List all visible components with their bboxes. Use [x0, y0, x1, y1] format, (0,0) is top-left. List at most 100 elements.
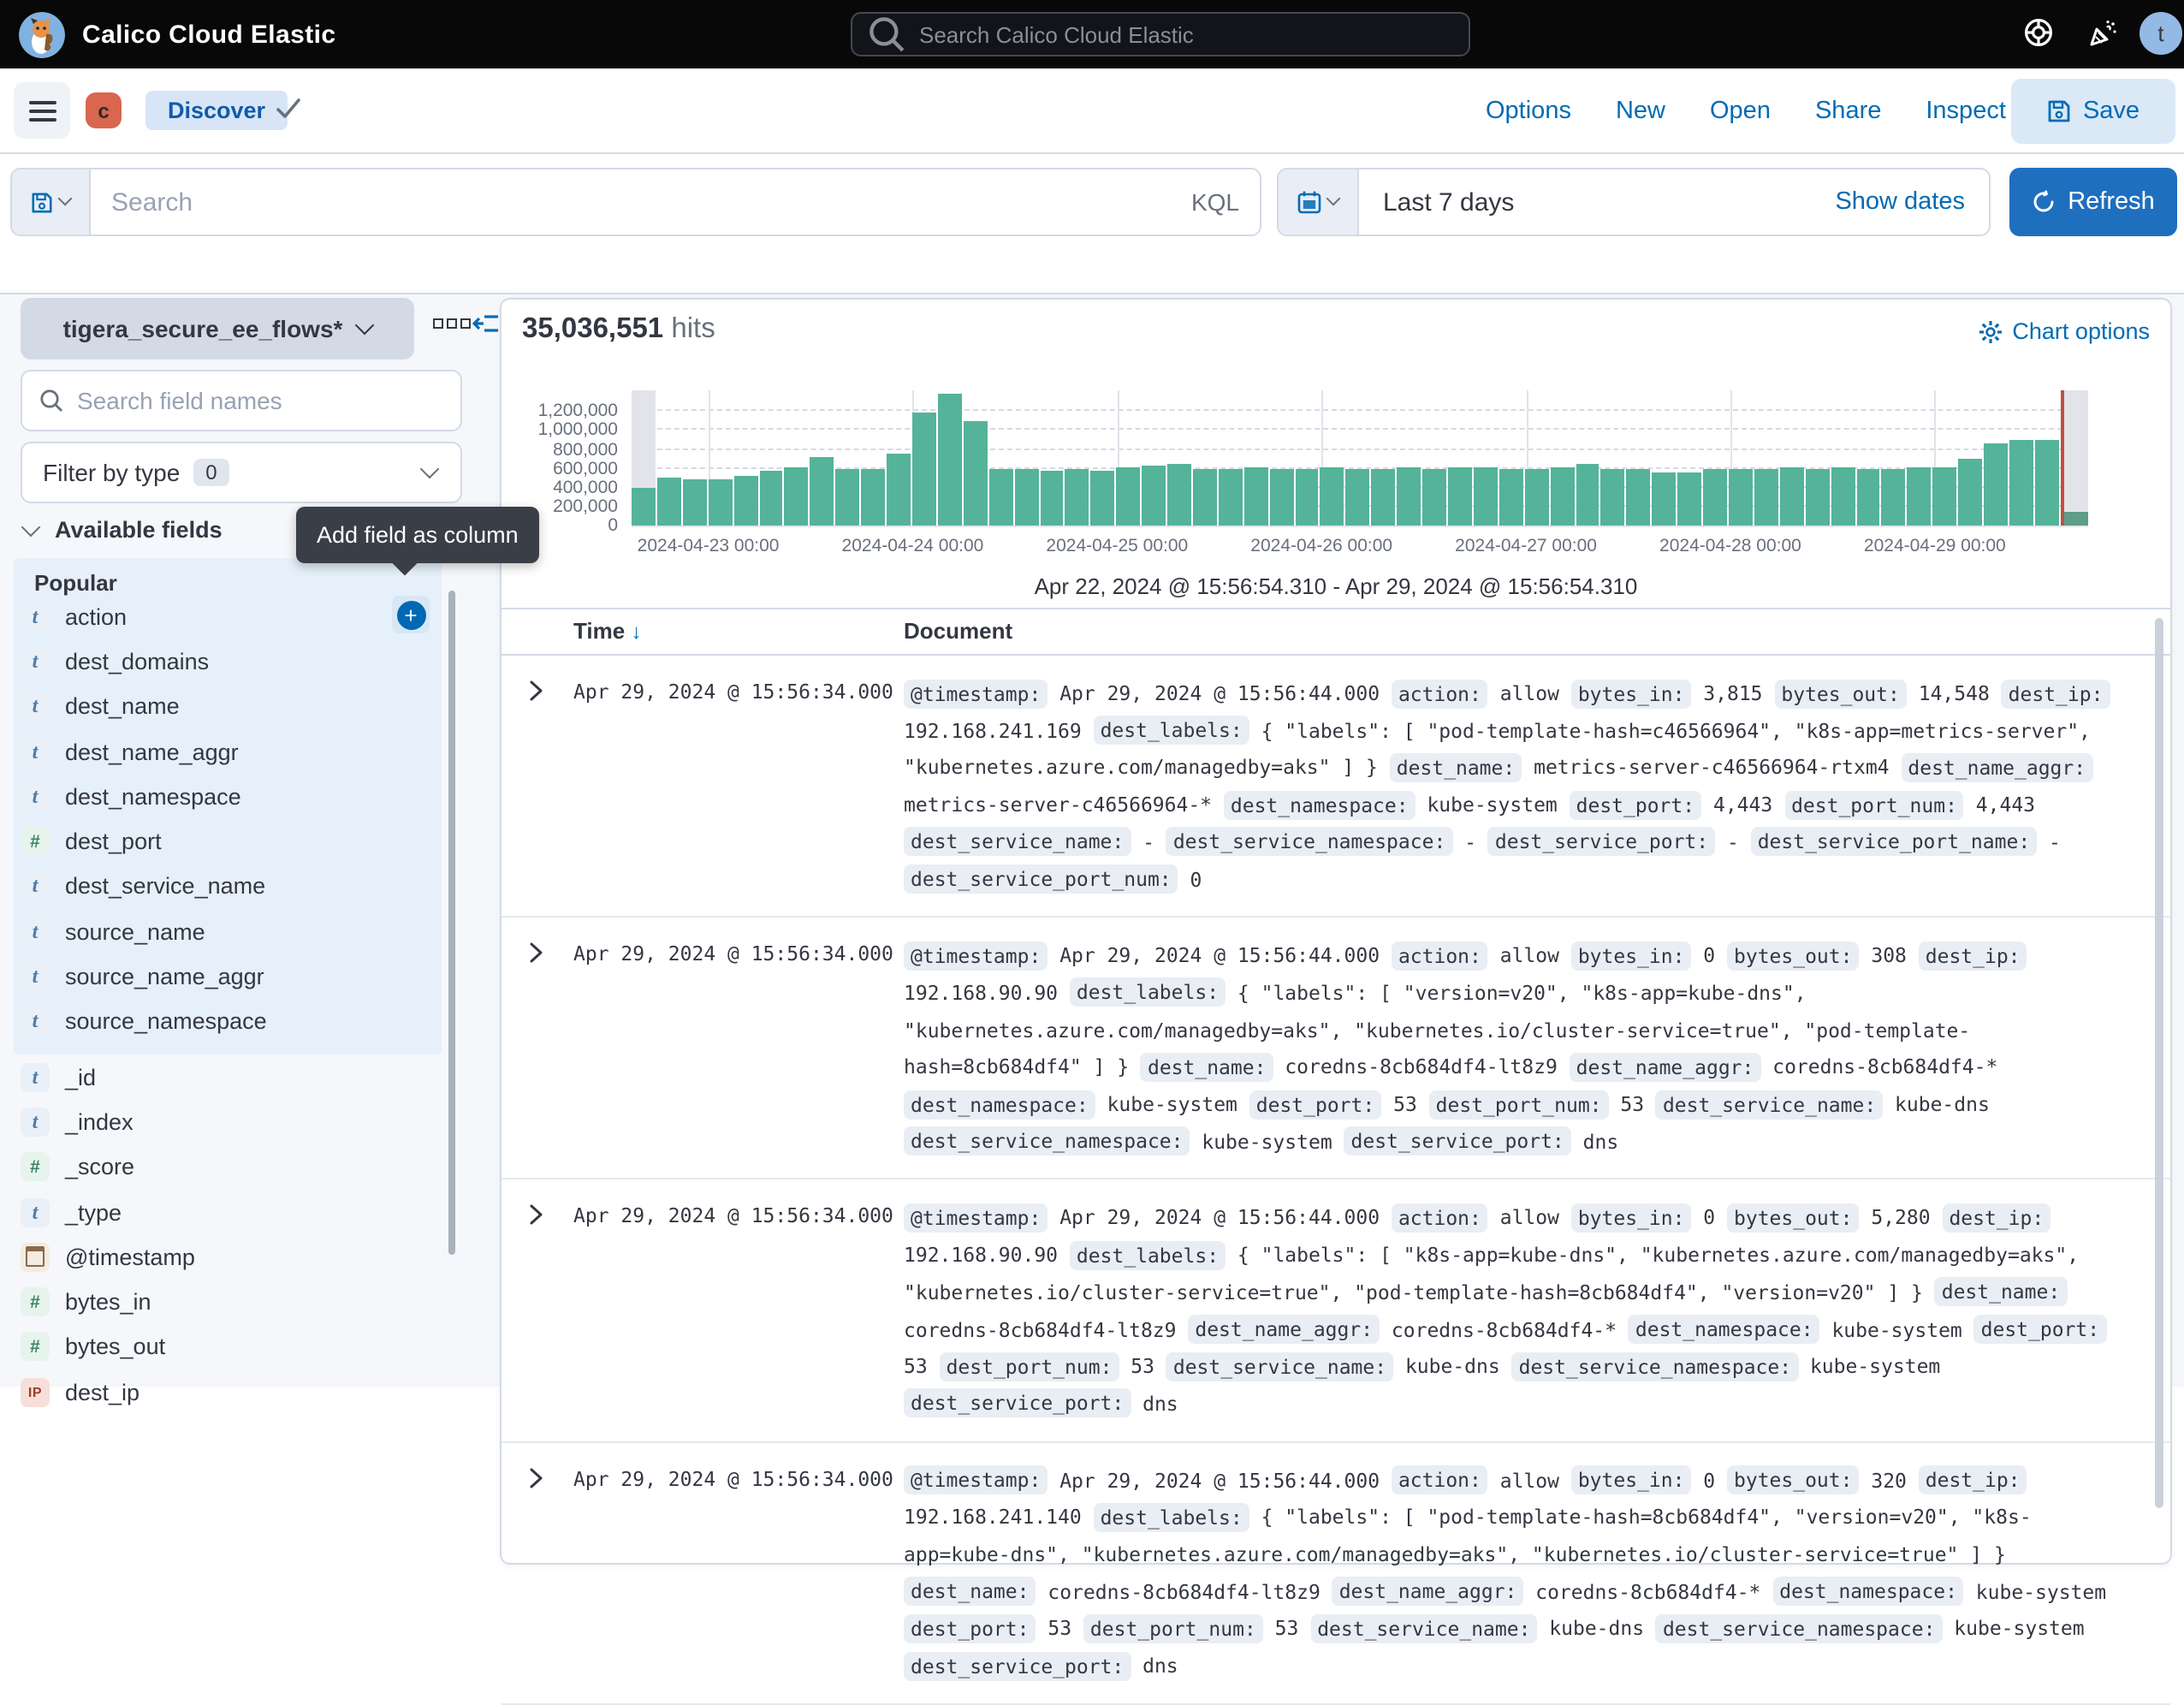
add-field-as-column-button[interactable]: +	[392, 596, 430, 633]
histogram-bar[interactable]	[1448, 468, 1472, 526]
histogram-bar[interactable]	[733, 477, 757, 526]
histogram-bar[interactable]	[1269, 469, 1293, 526]
field-item-dest_ip[interactable]: IPdest_ip	[21, 1369, 438, 1415]
time-range-value[interactable]: Last 7 days	[1383, 187, 1835, 217]
histogram-bar[interactable]	[1856, 468, 1880, 526]
available-fields-header[interactable]: Available fields	[24, 517, 223, 543]
histogram-bar[interactable]	[1576, 464, 1599, 526]
histogram-bar[interactable]	[1065, 468, 1089, 526]
histogram-bar[interactable]	[785, 467, 809, 526]
histogram-bar[interactable]	[657, 478, 681, 526]
histogram-bar[interactable]	[1524, 468, 1548, 526]
histogram-bar[interactable]	[1372, 468, 1396, 526]
save-button[interactable]: Save	[2011, 79, 2175, 144]
expand-row-icon[interactable]	[529, 1204, 544, 1227]
field-item-dest_domains[interactable]: tdest_domains	[21, 639, 438, 685]
histogram-bar[interactable]	[1040, 471, 1064, 526]
field-item-_index[interactable]: t_index	[21, 1100, 438, 1145]
index-pattern-select[interactable]: tigera_secure_ee_flows*	[21, 298, 414, 359]
saved-query-menu-button[interactable]	[12, 169, 91, 235]
nav-link-inspect[interactable]: Inspect	[1926, 98, 2006, 125]
query-language-kql[interactable]: KQL	[1191, 188, 1239, 216]
chart-options-button[interactable]: Chart options	[1978, 318, 2150, 344]
nav-link-open[interactable]: Open	[1710, 98, 1771, 125]
histogram-bar[interactable]	[1908, 468, 1932, 526]
histogram-bar[interactable]	[1653, 472, 1677, 526]
histogram-chart[interactable]	[632, 390, 2088, 527]
histogram-bar[interactable]	[1984, 443, 2008, 526]
expand-row-icon[interactable]	[529, 680, 544, 702]
histogram-bar[interactable]	[836, 468, 860, 526]
histogram-bar[interactable]	[1320, 467, 1344, 526]
field-item-dest_service_name[interactable]: tdest_service_name	[21, 864, 438, 910]
histogram-bar[interactable]	[1729, 468, 1753, 526]
histogram-bar[interactable]	[1805, 468, 1829, 526]
histogram-bar[interactable]	[1193, 468, 1217, 526]
histogram-bar[interactable]	[1703, 470, 1727, 526]
histogram-bar[interactable]	[1014, 469, 1038, 526]
histogram-bar[interactable]	[887, 454, 911, 526]
field-item-_id[interactable]: t_id	[21, 1054, 438, 1100]
field-item-source_namespace[interactable]: tsource_namespace	[21, 999, 438, 1044]
calico-logo-icon[interactable]	[19, 11, 65, 57]
quick-select-time-button[interactable]	[1279, 169, 1359, 235]
table-scrollbar[interactable]	[2155, 618, 2163, 1508]
refresh-button[interactable]: Refresh	[2009, 168, 2177, 236]
field-item-@timestamp[interactable]: @timestamp	[21, 1234, 438, 1280]
histogram-bar[interactable]	[683, 480, 707, 526]
field-item-_score[interactable]: #_score	[21, 1144, 438, 1190]
histogram-bar[interactable]	[964, 421, 988, 526]
histogram-bar[interactable]	[1219, 469, 1243, 526]
field-item-source_name_aggr[interactable]: tsource_name_aggr	[21, 954, 438, 1000]
field-item-_type[interactable]: t_type	[21, 1190, 438, 1235]
expand-row-icon[interactable]	[529, 1466, 544, 1488]
histogram-bar[interactable]	[988, 469, 1012, 526]
breadcrumb[interactable]: Discover	[145, 91, 288, 130]
histogram-bar[interactable]	[1780, 468, 1804, 526]
nav-link-options[interactable]: Options	[1486, 98, 1571, 125]
histogram-bar[interactable]	[1754, 468, 1778, 526]
field-item-dest_port[interactable]: #dest_port	[21, 819, 438, 864]
field-item-dest_name_aggr[interactable]: tdest_name_aggr	[21, 729, 438, 775]
histogram-bar[interactable]	[2009, 440, 2033, 526]
histogram-bar[interactable]	[1422, 469, 1446, 526]
histogram-bar[interactable]	[810, 457, 834, 526]
histogram-bar[interactable]	[1295, 468, 1319, 526]
histogram-bar[interactable]	[1932, 466, 1956, 526]
global-search-input[interactable]: Search Calico Cloud Elastic	[851, 12, 1470, 56]
histogram-bar[interactable]	[759, 472, 783, 526]
nav-link-new[interactable]: New	[1616, 98, 1665, 125]
collapse-sidebar-icon[interactable]	[472, 312, 500, 336]
histogram-bar[interactable]	[1627, 469, 1651, 526]
user-avatar[interactable]: t	[2139, 12, 2182, 55]
field-item-action[interactable]: taction	[21, 594, 438, 639]
histogram-bar[interactable]	[861, 469, 885, 526]
filter-by-type-select[interactable]: Filter by type 0	[21, 442, 462, 503]
histogram-bar[interactable]	[1601, 468, 1625, 526]
histogram-bar[interactable]	[1116, 468, 1140, 526]
histogram-bar[interactable]	[1958, 459, 1982, 526]
histogram-bar[interactable]	[1677, 472, 1701, 526]
field-item-dest_namespace[interactable]: tdest_namespace	[21, 774, 438, 819]
histogram-bar[interactable]	[632, 488, 656, 526]
show-dates-link[interactable]: Show dates	[1835, 188, 1965, 216]
field-settings-icon[interactable]	[433, 318, 471, 329]
time-column-header[interactable]: Time ↓	[573, 618, 641, 644]
expand-row-icon[interactable]	[529, 942, 544, 964]
field-search-input[interactable]: Search field names	[21, 370, 462, 431]
histogram-bar[interactable]	[938, 393, 962, 526]
histogram-bar[interactable]	[1167, 464, 1191, 526]
histogram-bar[interactable]	[1474, 466, 1498, 526]
nav-link-share[interactable]: Share	[1815, 98, 1881, 125]
space-badge[interactable]: c	[86, 92, 122, 128]
histogram-bar[interactable]	[1142, 466, 1166, 526]
kql-search-input[interactable]: Search KQL	[10, 168, 1261, 236]
histogram-bar[interactable]	[1397, 467, 1421, 526]
whats-new-icon[interactable]	[2083, 14, 2121, 51]
histogram-bar[interactable]	[1499, 469, 1523, 526]
date-picker[interactable]: Last 7 days Show dates	[1277, 168, 1991, 236]
histogram-bar[interactable]	[1882, 468, 1906, 526]
field-item-source_name[interactable]: tsource_name	[21, 909, 438, 954]
histogram-bar[interactable]	[912, 413, 936, 526]
histogram-bar[interactable]	[1244, 467, 1268, 526]
